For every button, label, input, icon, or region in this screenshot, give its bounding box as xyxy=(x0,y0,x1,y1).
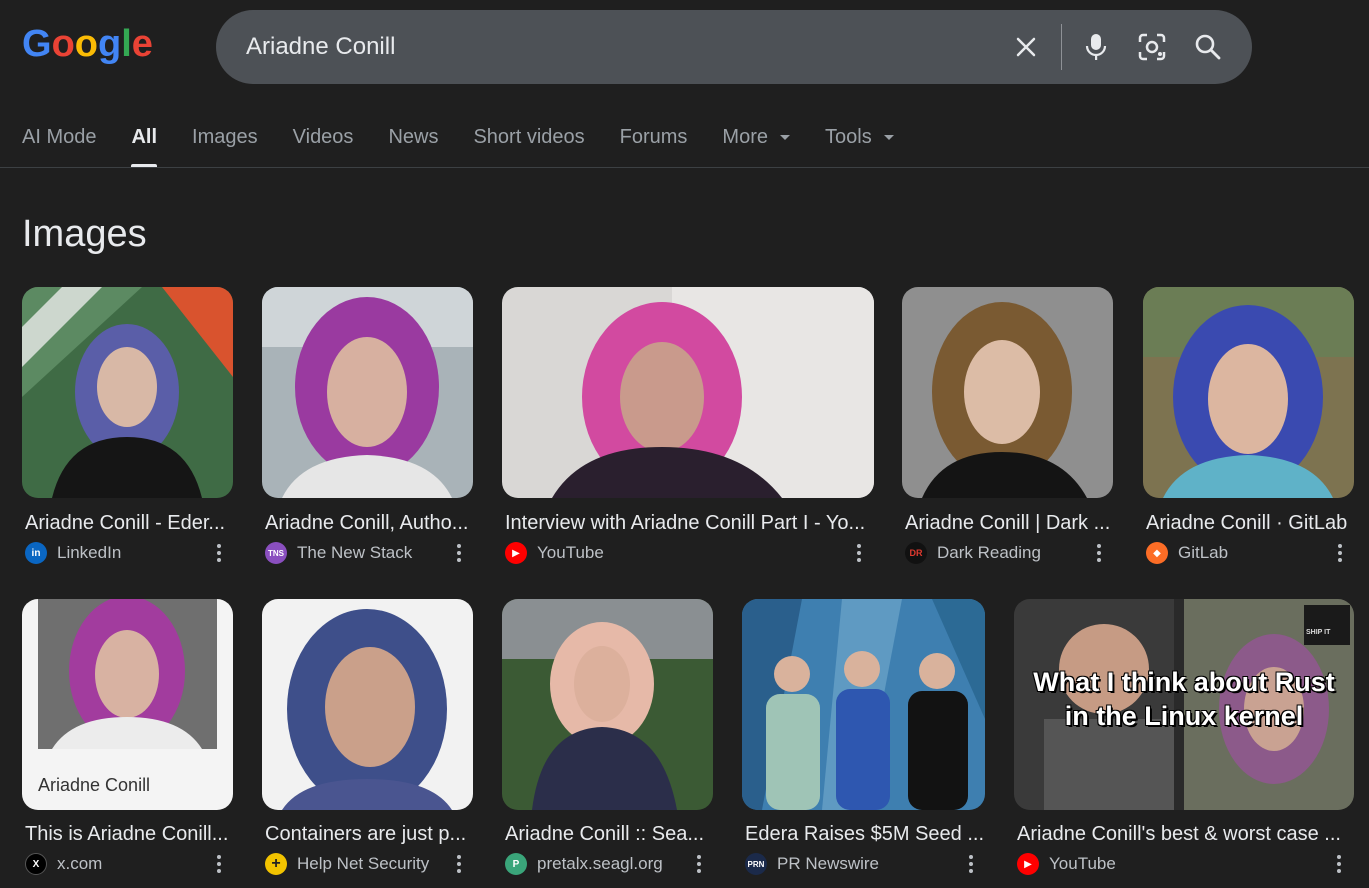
tab-videos[interactable]: Videos xyxy=(293,112,354,168)
image-source[interactable]: ◆ GitLab xyxy=(1146,541,1228,565)
youtube-icon: ▶ xyxy=(1017,853,1039,875)
tab-news[interactable]: News xyxy=(388,112,438,168)
tab-label: Videos xyxy=(292,126,354,148)
image-thumbnail[interactable]: What I think about Rust in the Linux ker… xyxy=(1014,599,1354,810)
more-options-icon[interactable] xyxy=(210,852,228,876)
tab-label: Images xyxy=(192,126,258,148)
image-source[interactable]: ▶ YouTube xyxy=(505,541,604,565)
image-thumbnail[interactable] xyxy=(22,287,233,498)
tab-tools[interactable]: Tools xyxy=(825,112,894,168)
tab-images[interactable]: Images xyxy=(192,112,258,168)
pr-newswire-icon: PRN xyxy=(745,853,767,875)
source-label: LinkedIn xyxy=(57,543,122,562)
pretalx-icon: P xyxy=(505,853,527,875)
search-divider xyxy=(1061,24,1062,70)
image-thumbnail[interactable] xyxy=(262,599,473,810)
google-logo[interactable]: Google xyxy=(22,22,152,68)
video-title-overlay: in the Linux kernel xyxy=(1064,701,1304,731)
source-label: GitLab xyxy=(1178,543,1229,562)
source-label: pretalx.seagl.org xyxy=(537,854,663,873)
image-thumbnail[interactable] xyxy=(902,287,1113,498)
dark-reading-icon: DR xyxy=(905,542,927,564)
search-bar xyxy=(216,10,1252,84)
source-label: x.com xyxy=(57,854,103,873)
image-thumbnail[interactable] xyxy=(502,287,874,498)
caret-down-icon xyxy=(883,135,894,140)
image-title[interactable]: This is Ariadne Conill... xyxy=(25,823,235,846)
image-source[interactable]: + Help Net Security xyxy=(265,852,429,876)
tab-more[interactable]: More xyxy=(722,112,790,168)
the-new-stack-icon: TNS xyxy=(265,542,287,564)
image-source[interactable]: PRN PR Newswire xyxy=(745,852,879,876)
more-options-icon[interactable] xyxy=(962,852,980,876)
video-title-overlay: What I think about Rust xyxy=(1033,667,1335,697)
image-title[interactable]: Ariadne Conill | Dark ... xyxy=(905,512,1115,535)
x-icon: X xyxy=(25,853,47,875)
tab-label: All xyxy=(131,126,158,148)
search-tabs: AI Mode All Images Videos News Short vid… xyxy=(22,112,929,168)
image-thumbnail[interactable] xyxy=(742,599,985,810)
image-title[interactable]: Ariadne Conill, Autho... xyxy=(265,512,475,535)
image-title[interactable]: Ariadne Conill's best & worst case ... xyxy=(1017,823,1355,846)
image-thumbnail[interactable] xyxy=(1143,287,1354,498)
tab-label: Forums xyxy=(619,126,688,148)
microphone-icon[interactable] xyxy=(1076,27,1116,67)
more-options-icon[interactable] xyxy=(1090,541,1108,565)
tab-label: Tools xyxy=(825,126,872,148)
image-caption: Ariadne Conill xyxy=(38,775,151,795)
source-label: YouTube xyxy=(1049,854,1116,873)
image-source[interactable]: in LinkedIn xyxy=(25,541,121,565)
tab-all[interactable]: All xyxy=(131,112,157,168)
tab-forums[interactable]: Forums xyxy=(620,112,688,168)
image-source[interactable]: TNS The New Stack xyxy=(265,541,412,565)
search-icon[interactable] xyxy=(1188,27,1228,67)
tab-ai-mode[interactable]: AI Mode xyxy=(22,112,96,168)
more-options-icon[interactable] xyxy=(850,541,868,565)
image-title[interactable]: Ariadne Conill - Eder... xyxy=(25,512,235,535)
more-options-icon[interactable] xyxy=(450,852,468,876)
tab-label: Short videos xyxy=(473,126,585,148)
more-options-icon[interactable] xyxy=(1331,541,1349,565)
image-thumbnail[interactable]: Ariadne Conill xyxy=(22,599,233,810)
more-options-icon[interactable] xyxy=(1330,852,1348,876)
image-title[interactable]: Ariadne Conill · GitLab xyxy=(1146,512,1356,535)
image-title[interactable]: Containers are just p... xyxy=(265,823,475,846)
image-thumbnail[interactable] xyxy=(502,599,713,810)
source-label: Dark Reading xyxy=(937,543,1041,562)
image-title[interactable]: Interview with Ariadne Conill Part I - Y… xyxy=(505,512,873,535)
image-source[interactable]: ▶ YouTube xyxy=(1017,852,1116,876)
tab-label: News xyxy=(388,126,439,148)
caret-down-icon xyxy=(780,135,790,140)
tab-label: More xyxy=(722,126,768,148)
section-title: Images xyxy=(22,213,147,255)
more-options-icon[interactable] xyxy=(690,852,708,876)
clear-icon[interactable] xyxy=(1006,27,1046,67)
image-thumbnail[interactable] xyxy=(262,287,473,498)
image-title[interactable]: Ariadne Conill :: Sea... xyxy=(505,823,715,846)
youtube-icon: ▶ xyxy=(505,542,527,564)
image-source[interactable]: P pretalx.seagl.org xyxy=(505,852,663,876)
more-options-icon[interactable] xyxy=(210,541,228,565)
search-input[interactable] xyxy=(246,28,986,66)
image-title[interactable]: Edera Raises $5M Seed ... xyxy=(745,823,987,846)
source-label: Help Net Security xyxy=(297,854,430,873)
tab-label: AI Mode xyxy=(22,126,97,148)
channel-badge: SHIP IT xyxy=(1306,629,1331,636)
image-source[interactable]: DR Dark Reading xyxy=(905,541,1041,565)
linkedin-icon: in xyxy=(25,542,47,564)
gitlab-icon: ◆ xyxy=(1146,542,1168,564)
source-label: YouTube xyxy=(537,543,604,562)
svg-text:Google: Google xyxy=(22,23,152,65)
tab-short-videos[interactable]: Short videos xyxy=(473,112,584,168)
source-label: The New Stack xyxy=(297,543,413,562)
source-label: PR Newswire xyxy=(777,854,880,873)
lens-camera-icon[interactable] xyxy=(1132,27,1172,67)
image-source[interactable]: X x.com xyxy=(25,852,102,876)
more-options-icon[interactable] xyxy=(450,541,468,565)
tabs-divider xyxy=(0,167,1369,168)
help-net-security-icon: + xyxy=(265,853,287,875)
